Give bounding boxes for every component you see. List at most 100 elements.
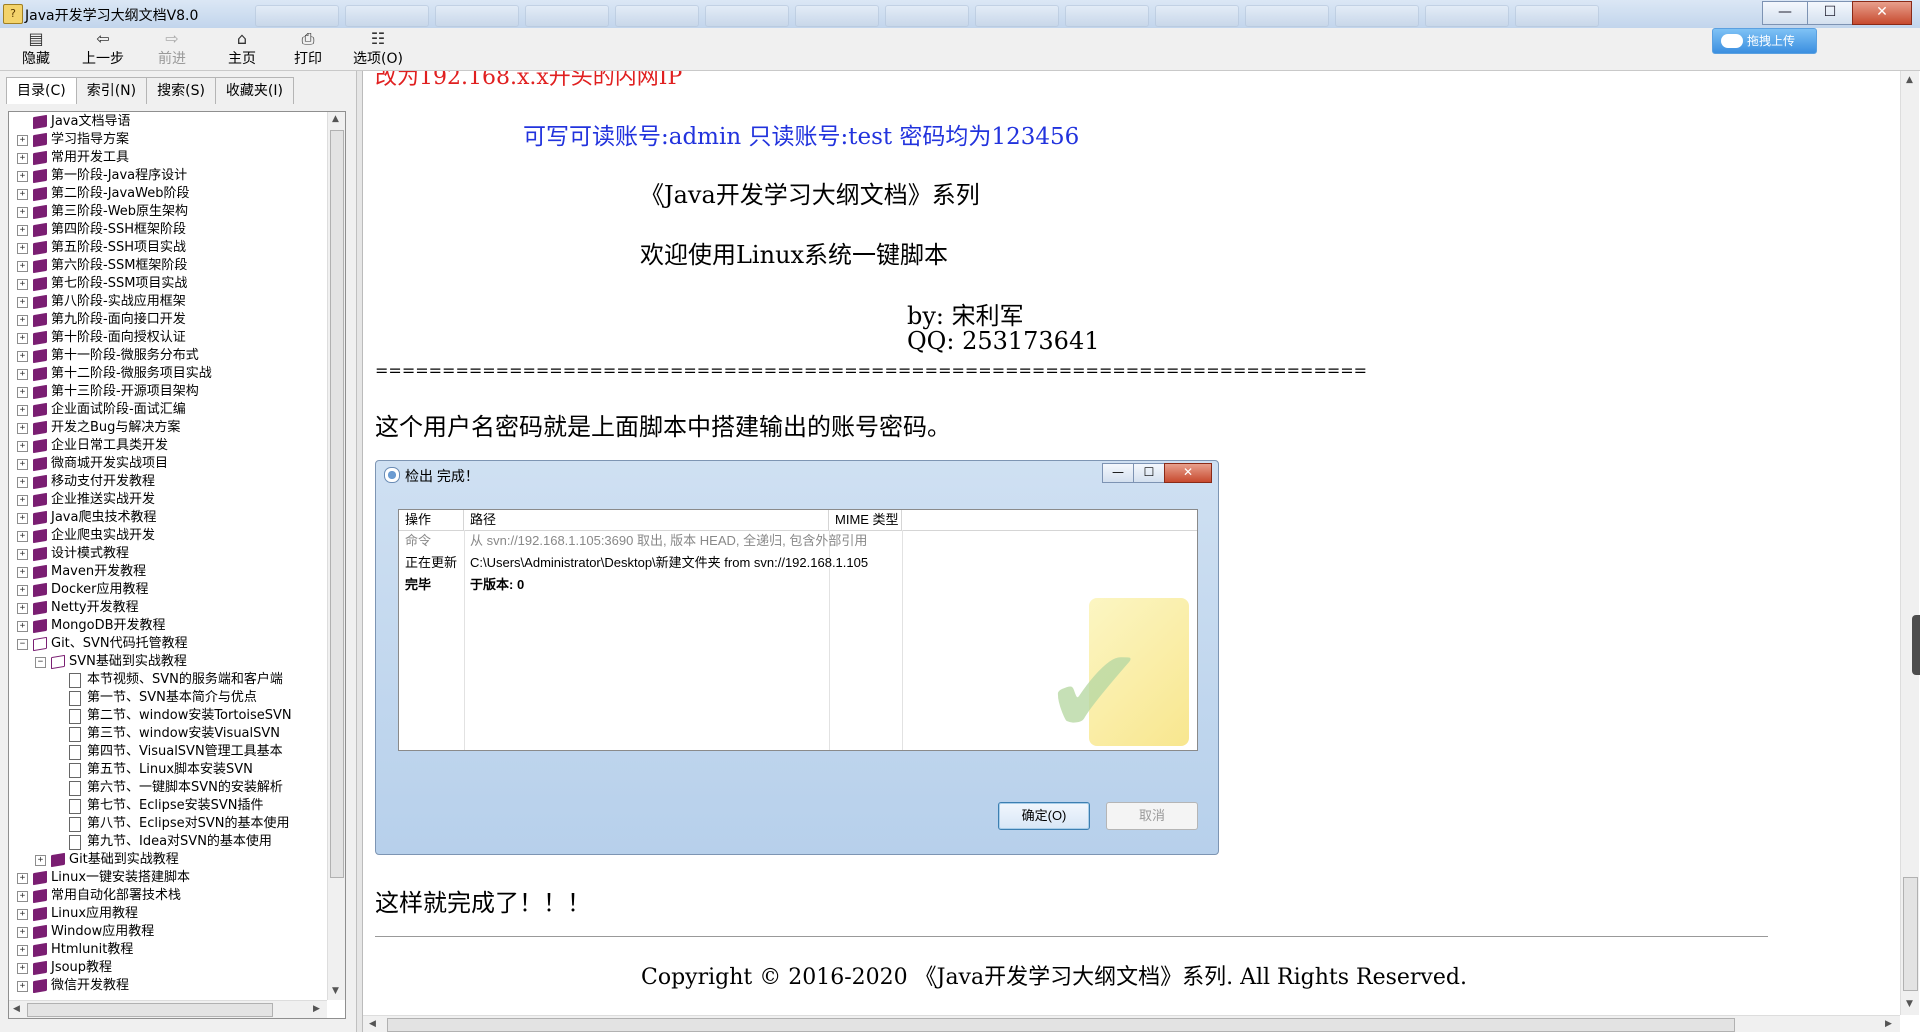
- tree-item[interactable]: + Maven开发教程: [9, 563, 325, 581]
- minimize-button[interactable]: —: [1762, 1, 1808, 25]
- tree-item[interactable]: + Htmlunit教程: [9, 941, 325, 959]
- side-handle[interactable]: [1912, 615, 1920, 675]
- expand-icon[interactable]: +: [17, 459, 28, 470]
- expand-icon[interactable]: +: [17, 549, 28, 560]
- tree-item[interactable]: + 开发之Bug与解决方案: [9, 419, 325, 437]
- scroll-left-icon[interactable]: ◀: [369, 1019, 376, 1029]
- tree-item[interactable]: + 第十三阶段-开源项目架构: [9, 383, 325, 401]
- task-chip[interactable]: [525, 5, 609, 27]
- tab-index[interactable]: 索引(N): [75, 77, 148, 104]
- expand-icon[interactable]: +: [17, 297, 28, 308]
- cancel-button[interactable]: 取消: [1106, 802, 1198, 830]
- expand-icon[interactable]: +: [35, 855, 46, 866]
- expand-icon[interactable]: +: [17, 963, 28, 974]
- tree-item[interactable]: + 第二阶段-JavaWeb阶段: [9, 185, 325, 203]
- tree-item[interactable]: + Git基础到实战教程: [9, 851, 325, 869]
- expand-icon[interactable]: +: [17, 603, 28, 614]
- scroll-thumb[interactable]: [1903, 877, 1918, 991]
- task-chip[interactable]: [1155, 5, 1239, 27]
- expand-icon[interactable]: +: [17, 207, 28, 218]
- expand-icon[interactable]: +: [17, 153, 28, 164]
- tree-item[interactable]: 第七节、Eclipse安装SVN插件: [9, 797, 325, 815]
- expand-icon[interactable]: +: [17, 945, 28, 956]
- expand-icon[interactable]: +: [17, 873, 28, 884]
- scroll-thumb[interactable]: [387, 1018, 1735, 1032]
- scroll-thumb[interactable]: [27, 1003, 273, 1017]
- maximize-button[interactable]: ☐: [1807, 1, 1853, 25]
- tree-item[interactable]: 第四节、VisualSVN管理工具基本: [9, 743, 325, 761]
- task-chip[interactable]: [975, 5, 1059, 27]
- task-chip[interactable]: [615, 5, 699, 27]
- task-chip[interactable]: [1515, 5, 1599, 27]
- task-chip[interactable]: [435, 5, 519, 27]
- dialog-minimize-button[interactable]: —: [1102, 463, 1134, 483]
- scroll-up-icon[interactable]: ▲: [332, 114, 339, 124]
- tree-item[interactable]: + 常用自动化部署技术栈: [9, 887, 325, 905]
- tree-item[interactable]: + MongoDB开发教程: [9, 617, 325, 635]
- tree-item[interactable]: 第三节、window安装VisualSVN: [9, 725, 325, 743]
- scroll-right-icon[interactable]: ▶: [1885, 1019, 1892, 1029]
- scroll-down-icon[interactable]: ▼: [332, 986, 339, 996]
- column-header-path[interactable]: 路径: [464, 510, 829, 530]
- tree-item[interactable]: − SVN基础到实战教程: [9, 653, 325, 671]
- expand-icon[interactable]: +: [17, 387, 28, 398]
- task-chip[interactable]: [885, 5, 969, 27]
- expand-icon[interactable]: +: [17, 171, 28, 182]
- expand-icon[interactable]: +: [17, 225, 28, 236]
- expand-icon[interactable]: +: [17, 567, 28, 578]
- expand-icon[interactable]: +: [17, 351, 28, 362]
- tree-item[interactable]: + Docker应用教程: [9, 581, 325, 599]
- task-chip[interactable]: [705, 5, 789, 27]
- list-row-updating[interactable]: 正在更新 C:\Users\Administrator\Desktop\新建文件…: [399, 553, 1197, 573]
- tree-item[interactable]: + 常用开发工具: [9, 149, 325, 167]
- expand-icon[interactable]: +: [17, 243, 28, 254]
- dialog-close-button[interactable]: ✕: [1164, 463, 1212, 483]
- tree-item[interactable]: + 企业面试阶段-面试汇编: [9, 401, 325, 419]
- tree-vertical-scrollbar[interactable]: ▲ ▼: [327, 112, 345, 1000]
- tree-item[interactable]: 第二节、window安装TortoiseSVN: [9, 707, 325, 725]
- forward-button[interactable]: ⇨ 前进: [152, 30, 192, 68]
- tree-item[interactable]: + Jsoup教程: [9, 959, 325, 977]
- expand-icon[interactable]: +: [17, 315, 28, 326]
- tree-horizontal-scrollbar[interactable]: ◀ ▶: [9, 1000, 327, 1018]
- content-horizontal-scrollbar[interactable]: ◀ ▶: [363, 1015, 1900, 1032]
- tree-item[interactable]: + 第九阶段-面向接口开发: [9, 311, 325, 329]
- list-row-command[interactable]: 命令 从 svn://192.168.1.105:3690 取出, 版本 HEA…: [399, 531, 1197, 551]
- expand-icon[interactable]: +: [17, 495, 28, 506]
- expand-icon[interactable]: +: [17, 891, 28, 902]
- tree-item[interactable]: + 第十二阶段-微服务项目实战: [9, 365, 325, 383]
- task-chip[interactable]: [255, 5, 339, 27]
- tree-item[interactable]: + 学习指导方案: [9, 131, 325, 149]
- scroll-down-icon[interactable]: ▼: [1906, 999, 1913, 1009]
- scroll-left-icon[interactable]: ◀: [13, 1004, 20, 1014]
- tree-item[interactable]: Java文档导语: [9, 113, 325, 131]
- tree-item[interactable]: + 第八阶段-实战应用框架: [9, 293, 325, 311]
- tree-item[interactable]: − Git、SVN代码托管教程: [9, 635, 325, 653]
- tree-item[interactable]: + 第十一阶段-微服务分布式: [9, 347, 325, 365]
- expand-icon[interactable]: +: [17, 261, 28, 272]
- tree-item[interactable]: 第一节、SVN基本简介与优点: [9, 689, 325, 707]
- options-button[interactable]: ☷ 选项(O): [350, 30, 406, 68]
- scroll-thumb[interactable]: [330, 130, 344, 878]
- tree-item[interactable]: 本节视频、SVN的服务端和客户端: [9, 671, 325, 689]
- tree-item[interactable]: + 第三阶段-Web原生架构: [9, 203, 325, 221]
- tree-item[interactable]: 第五节、Linux脚本安装SVN: [9, 761, 325, 779]
- dialog-maximize-button[interactable]: ☐: [1133, 463, 1165, 483]
- expand-icon[interactable]: +: [17, 927, 28, 938]
- tree-item[interactable]: + 微信开发教程: [9, 977, 325, 993]
- expand-icon[interactable]: +: [17, 441, 28, 452]
- expand-icon[interactable]: +: [17, 585, 28, 596]
- tree-item[interactable]: + Linux一键安装搭建脚本: [9, 869, 325, 887]
- expand-icon[interactable]: +: [17, 981, 28, 992]
- list-row-completed[interactable]: 完毕 于版本: 0: [399, 575, 1197, 595]
- scroll-right-icon[interactable]: ▶: [313, 1004, 320, 1014]
- tree-item[interactable]: + 第十阶段-面向授权认证: [9, 329, 325, 347]
- expand-icon[interactable]: +: [17, 279, 28, 290]
- tab-favorites[interactable]: 收藏夹(I): [214, 77, 294, 104]
- tree-item[interactable]: + 第七阶段-SSM项目实战: [9, 275, 325, 293]
- ok-button[interactable]: 确定(O): [998, 802, 1090, 830]
- content-vertical-scrollbar[interactable]: ▲ ▼: [1900, 71, 1919, 1015]
- expand-icon[interactable]: +: [17, 369, 28, 380]
- home-button[interactable]: ⌂ 主页: [222, 30, 262, 68]
- expand-icon[interactable]: +: [17, 513, 28, 524]
